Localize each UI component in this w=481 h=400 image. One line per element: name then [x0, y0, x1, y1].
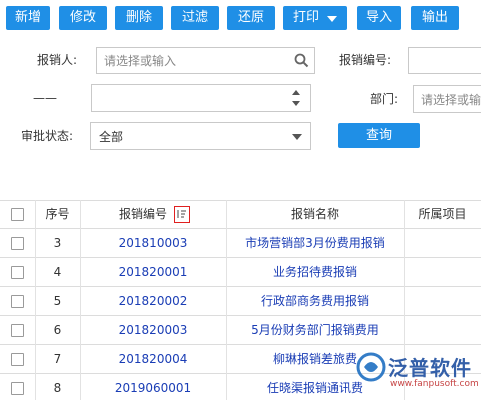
reimburser-input[interactable]: 请选择或输入: [96, 47, 315, 74]
row-index: 7: [53, 352, 62, 366]
row-checkbox[interactable]: [11, 382, 24, 395]
range-dash: ——: [33, 91, 57, 105]
sort-icon[interactable]: [174, 206, 190, 223]
row-name-link[interactable]: 5月份财务部门报销费用: [226, 322, 404, 338]
search-icon[interactable]: [294, 53, 309, 68]
export-button[interactable]: 输出: [411, 6, 459, 30]
row-name-link[interactable]: 市场营销部3月份费用报销: [226, 235, 404, 251]
row-checkbox[interactable]: [11, 237, 24, 250]
query-button[interactable]: 查询: [338, 123, 420, 148]
header-project: 所属项目: [418, 207, 467, 221]
row-checkbox[interactable]: [11, 295, 24, 308]
row-checkbox[interactable]: [11, 353, 24, 366]
reimburse-no-input[interactable]: [408, 47, 481, 74]
row-index: 8: [53, 381, 62, 395]
row-number-link[interactable]: 2019060001: [80, 380, 226, 396]
reimburser-label: 报销人:: [37, 53, 78, 67]
restore-button[interactable]: 还原: [227, 6, 275, 30]
dept-input[interactable]: 请选择或输: [413, 85, 481, 113]
header-name: 报销名称: [290, 207, 339, 221]
delete-button[interactable]: 删除: [115, 6, 163, 30]
row-index: 4: [53, 265, 62, 279]
row-checkbox[interactable]: [11, 324, 24, 337]
add-button[interactable]: 新增: [6, 6, 50, 30]
caret-down-icon: [327, 16, 337, 22]
row-name-link[interactable]: 业务招待费报销: [226, 264, 404, 280]
reimburse-no-label: 报销编号:: [339, 53, 392, 67]
row-index: 5: [53, 294, 62, 308]
status-value: 全部: [99, 130, 124, 144]
dept-placeholder: 请选择或输: [421, 93, 481, 107]
row-number-link[interactable]: 201820001: [80, 264, 226, 280]
watermark-brand: 泛普软件: [388, 356, 472, 380]
header-number[interactable]: 报销编号: [108, 206, 178, 222]
header-index: 序号: [45, 207, 70, 221]
row-index: 3: [53, 236, 62, 250]
chevron-down-icon: [292, 134, 302, 140]
watermark-logo: 泛普软件 www.fanpusoft.com: [356, 350, 481, 400]
row-number-link[interactable]: 201820004: [80, 351, 226, 367]
spin-up-icon[interactable]: [292, 90, 300, 95]
row-index: 6: [53, 323, 62, 337]
row-number-link[interactable]: 201810003: [80, 235, 226, 251]
row-name-link[interactable]: 行政部商务费用报销: [226, 293, 404, 309]
watermark-url: www.fanpusoft.com: [390, 379, 479, 389]
dept-label: 部门:: [370, 92, 399, 106]
print-button[interactable]: 打印: [283, 6, 347, 30]
edit-button[interactable]: 修改: [59, 6, 107, 30]
row-number-link[interactable]: 201820002: [80, 293, 226, 309]
row-number-link[interactable]: 201820003: [80, 322, 226, 338]
spin-down-icon[interactable]: [292, 101, 300, 106]
select-all-checkbox[interactable]: [11, 208, 24, 221]
print-label: 打印: [293, 10, 320, 25]
reimburser-placeholder: 请选择或输入: [104, 54, 177, 68]
logo-mark-icon: [356, 352, 386, 382]
status-label: 审批状态:: [21, 129, 74, 143]
import-button[interactable]: 导入: [357, 6, 401, 30]
filter-button[interactable]: 过滤: [171, 6, 219, 30]
row-checkbox[interactable]: [11, 266, 24, 279]
number-spinner-input[interactable]: [91, 84, 311, 112]
status-select[interactable]: 全部: [90, 122, 311, 150]
